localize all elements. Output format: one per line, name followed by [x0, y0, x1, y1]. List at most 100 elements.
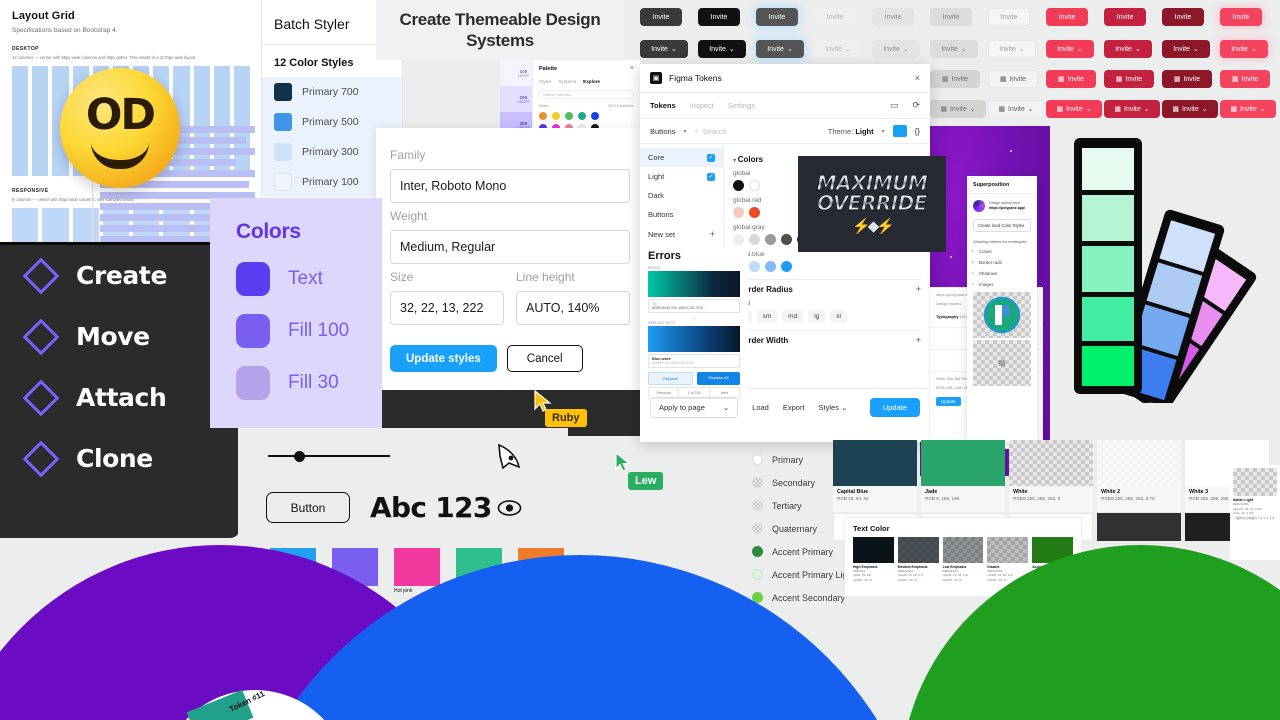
tab-inspect[interactable]: Inspect — [690, 101, 714, 110]
replace-button[interactable]: Replace — [648, 372, 693, 385]
nav-item-create[interactable]: Create — [0, 245, 240, 306]
family-input[interactable]: Inter, Roboto Mono — [390, 169, 630, 203]
update-styles-button[interactable]: Update styles — [390, 345, 497, 372]
list-view-toggle[interactable] — [892, 125, 907, 137]
slider-track[interactable] — [268, 455, 390, 457]
token-set-light[interactable]: Light ✓ — [640, 167, 723, 186]
update-button[interactable]: Update — [869, 398, 920, 417]
invite-dropdown-button[interactable]: Invite ⌄ — [698, 40, 746, 58]
invite-icon-dropdown-button[interactable]: ▦ Invite ⌄ — [930, 100, 986, 118]
style-row-primary-700[interactable]: Primary 700 — [262, 77, 402, 107]
tab-explore[interactable]: Explore — [583, 79, 600, 84]
size-input[interactable]: 32, 22, 13, 222 — [390, 291, 504, 325]
text-color-swatch-low[interactable]: Low Emphasis #08131966 rgba(8, 19, 25, 0… — [942, 537, 984, 582]
invite-dropdown-button[interactable]: Invite ⌄ — [1104, 40, 1152, 58]
token-set-dark[interactable]: Dark — [640, 186, 723, 205]
invite-button[interactable]: Invite — [698, 8, 740, 26]
replace-all-button[interactable]: Replace All — [697, 372, 740, 385]
load-button[interactable]: Load — [752, 403, 769, 412]
theme-selector[interactable]: Theme: Light — [828, 127, 874, 136]
invite-icon-dropdown-button[interactable]: ▦ Invite ⌄ — [1220, 100, 1276, 118]
book-icon[interactable]: ▭ — [890, 100, 899, 111]
target-field[interactable]: Blue-wave #2ABFF 0%, #001C39 121%... — [648, 354, 740, 368]
invite-dropdown-button[interactable]: Invite ⌄ — [872, 40, 920, 58]
close-icon[interactable]: × — [630, 65, 634, 72]
token-set-core[interactable]: Core ✓ — [640, 148, 723, 167]
previous-button[interactable]: Previous — [649, 388, 680, 398]
spec-card-capital-blue[interactable]: Capital Blue RGB 28, 64, 82 — [833, 440, 917, 512]
invite-button[interactable]: Invite — [640, 8, 682, 26]
radius-chip-sm[interactable]: sm — [756, 310, 778, 323]
invite-button[interactable]: Invite — [1046, 8, 1088, 26]
radius-chip-xl[interactable]: xl — [830, 310, 847, 323]
invite-button[interactable]: Invite — [756, 8, 798, 26]
color-row-fill-100[interactable]: Fill 100 — [236, 314, 356, 348]
nav-item-clone[interactable]: Clone — [0, 428, 240, 489]
invite-button[interactable]: Invite — [872, 8, 914, 26]
create-local-color-styles-button[interactable]: Create local Color Styles — [973, 219, 1031, 232]
tab-tokens[interactable]: Tokens — [650, 101, 676, 110]
radius-chip-md[interactable]: md — [782, 310, 804, 323]
plus-icon[interactable]: + — [916, 284, 921, 294]
eye-icon[interactable] — [497, 497, 522, 519]
chevron-down-icon[interactable]: ▾ — [683, 128, 686, 135]
spec-card-jade[interactable]: Jade RGB 0, 165, 109 — [921, 440, 1005, 512]
text-color-swatch-medium[interactable]: Medium Emphasis #081319AA rgba(8, 19, 25… — [897, 537, 939, 582]
plus-icon[interactable]: + — [710, 229, 715, 239]
nav-item-attach[interactable]: Attach — [0, 367, 240, 428]
invite-icon-dropdown-button[interactable]: ▦ Invite ⌄ — [988, 100, 1044, 118]
invite-icon-dropdown-button[interactable]: ▦ Invite ⌄ — [1162, 100, 1218, 118]
invite-dropdown-button[interactable]: Invite ⌄ — [640, 40, 688, 58]
palette-search-input[interactable]: Search palettes — [539, 90, 634, 99]
invite-button[interactable]: Invite — [1104, 8, 1146, 26]
spec-card-white[interactable]: White RGBA 255, 255, 255, 0 — [1009, 440, 1093, 512]
chevron-down-icon[interactable]: ▾ — [882, 128, 885, 135]
close-icon[interactable]: × — [915, 73, 920, 83]
json-view-toggle[interactable]: {} — [915, 127, 920, 136]
invite-icon-dropdown-button[interactable]: ▦ Invite ⌄ — [1104, 100, 1160, 118]
invite-icon-dropdown-button[interactable]: ▦ Invite ⌄ — [1046, 100, 1102, 118]
sample-button[interactable]: Button — [266, 492, 350, 523]
nav-item-move[interactable]: Move — [0, 306, 240, 367]
invite-button[interactable]: Invite — [1162, 8, 1204, 26]
invite-button[interactable]: Invite — [814, 8, 856, 26]
color-row-fill-30[interactable]: Fill 30 — [236, 366, 356, 400]
search-field[interactable]: ⌕ Search — [694, 126, 819, 136]
slider-knob[interactable] — [294, 451, 305, 462]
next-button[interactable]: Next — [710, 388, 739, 398]
radius-chip-lg[interactable]: lg — [808, 310, 826, 323]
invite-dropdown-button[interactable]: Invite ⌄ — [930, 40, 978, 58]
section-colors[interactable]: Colors — [967, 246, 1037, 257]
section-border-radii[interactable]: Border radii — [967, 257, 1037, 268]
invite-button[interactable]: Invite — [1220, 8, 1262, 26]
invite-dropdown-button[interactable]: Invite ⌄ — [756, 40, 804, 58]
source-field[interactable]: Tile #DEDACB 0%, #001C39 72%... — [648, 299, 740, 313]
group-border-width[interactable]: ▾ Border Width + — [733, 335, 921, 345]
invite-dropdown-button[interactable]: Invite ⌄ — [988, 40, 1036, 58]
invite-icon-button[interactable]: ▦ Invite — [988, 70, 1038, 88]
invite-icon-button[interactable]: ▦ Invite — [1046, 70, 1096, 88]
invite-icon-button[interactable]: ▦ Invite — [1162, 70, 1212, 88]
color-row-text[interactable]: Text — [236, 262, 356, 296]
tab-settings[interactable]: Settings — [728, 101, 755, 110]
source-url[interactable]: https://polypane.app/ — [989, 206, 1025, 210]
token-set-buttons[interactable]: Buttons — [640, 205, 723, 224]
invite-icon-button[interactable]: ▦ Invite — [930, 70, 980, 88]
tab-styles[interactable]: Styles — [539, 79, 552, 84]
token-set-new[interactable]: New set + — [640, 224, 723, 244]
checkbox-icon[interactable]: ✓ — [707, 153, 715, 162]
text-color-swatch-high[interactable]: High Emphasis #0B131A rgb(8, 19, 26) hsl… — [853, 537, 894, 582]
invite-icon-button[interactable]: ▦ Invite — [1104, 70, 1154, 88]
plus-icon[interactable]: + — [916, 335, 921, 345]
invite-dropdown-button[interactable]: Invite ⌄ — [1162, 40, 1210, 58]
token-set-selector[interactable]: Buttons — [650, 127, 675, 136]
invite-icon-button[interactable]: ▦ Invite — [1220, 70, 1270, 88]
weight-input[interactable]: Medium, Regular — [390, 230, 630, 264]
apply-to-page-select[interactable]: Apply to page ⌄ — [650, 397, 739, 418]
section-images[interactable]: Images — [967, 279, 1037, 290]
cancel-button[interactable]: Cancel — [506, 345, 583, 372]
section-shadows[interactable]: Shadows — [967, 268, 1037, 279]
sync-icon[interactable]: ⟳ — [912, 100, 920, 111]
export-button[interactable]: Export — [783, 403, 805, 412]
styles-button[interactable]: Styles ⌄ — [819, 403, 848, 412]
